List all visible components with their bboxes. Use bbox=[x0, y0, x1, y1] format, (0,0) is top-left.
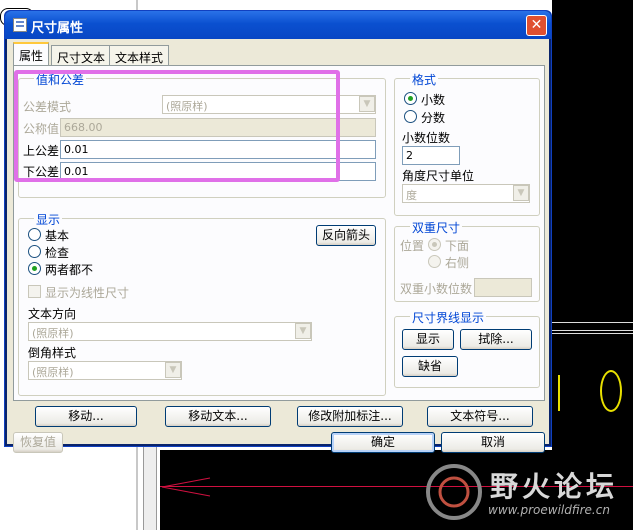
dialog-titlebar[interactable]: 尺寸属性 ✕ bbox=[5, 11, 551, 39]
tab-panel: 值和公差 公差模式 (照原样) ▼ 公称值 668.00 上公差 0.01 下公… bbox=[13, 65, 545, 401]
dual-position-label: 位置 bbox=[400, 239, 425, 253]
linear-label: 显示为线性尺寸 bbox=[45, 286, 130, 300]
nominal-value-field: 668.00 bbox=[60, 118, 376, 137]
neither-label: 两者都不 bbox=[45, 263, 94, 277]
ok-button[interactable]: 确定 bbox=[331, 432, 435, 453]
inspect-radio[interactable] bbox=[28, 245, 41, 258]
decimal-places-input[interactable]: 2 bbox=[402, 146, 460, 165]
tolerance-mode-label: 公差模式 bbox=[23, 100, 72, 114]
flip-arrows-button[interactable]: 反向箭头 bbox=[316, 225, 376, 246]
upper-tolerance-input[interactable]: 0.01 bbox=[60, 140, 376, 159]
modify-attach-button[interactable]: 修改附加标注... bbox=[297, 406, 403, 427]
tab-dimension-text[interactable]: 尺寸文本 bbox=[51, 45, 112, 65]
upper-tolerance-label: 上公差 bbox=[23, 144, 60, 158]
text-direction-select[interactable]: (照原样) bbox=[28, 322, 312, 341]
close-button[interactable]: ✕ bbox=[526, 15, 547, 36]
watermark-url: www.proewildfire.cn bbox=[488, 503, 610, 517]
default-witness-button[interactable]: 缺省 bbox=[402, 356, 458, 377]
move-button[interactable]: 移动... bbox=[35, 406, 137, 427]
dual-below-label: 下面 bbox=[445, 239, 470, 253]
nominal-value-label: 公称值 bbox=[23, 122, 60, 136]
chamfer-style-select[interactable]: (照原样) bbox=[28, 361, 182, 380]
erase-witness-button[interactable]: 拭除... bbox=[460, 329, 532, 350]
witness-line-title: 尺寸界线显示 bbox=[410, 309, 487, 326]
dual-right-radio[interactable] bbox=[428, 255, 441, 268]
angle-unit-label: 角度尺寸单位 bbox=[402, 169, 475, 183]
tab-properties[interactable]: 属性 bbox=[13, 42, 50, 66]
basic-label: 基本 bbox=[45, 229, 70, 243]
display-group-title: 显示 bbox=[34, 211, 63, 228]
watermark-title: 野火论坛 bbox=[490, 470, 619, 503]
show-witness-button[interactable]: 显示 bbox=[402, 329, 454, 350]
chevron-down-icon: ▼ bbox=[359, 96, 375, 112]
chevron-down-icon: ▼ bbox=[165, 362, 181, 378]
linear-checkbox[interactable] bbox=[28, 285, 41, 298]
decimal-places-label: 小数位数 bbox=[402, 131, 451, 145]
angle-unit-select[interactable]: 度 bbox=[402, 184, 530, 203]
graphics-line bbox=[552, 330, 633, 331]
tolerance-mode-select[interactable]: (照原样) bbox=[162, 95, 376, 114]
decimal-label: 小数 bbox=[421, 93, 446, 107]
dual-decimals-label: 双重小数位数 bbox=[400, 282, 473, 296]
witness-line-group bbox=[394, 316, 540, 388]
dialog-title: 尺寸属性 bbox=[31, 21, 84, 36]
neither-radio[interactable] bbox=[28, 262, 41, 275]
fraction-radio[interactable] bbox=[404, 110, 417, 123]
dimension-properties-dialog: 尺寸属性 ✕ 属性 尺寸文本 文本样式 值和公差 公差模式 (照原样) ▼ 公称… bbox=[4, 10, 552, 453]
graphics-glyph bbox=[600, 370, 622, 412]
chevron-down-icon: ▼ bbox=[295, 323, 311, 339]
graphics-glyph bbox=[558, 375, 562, 411]
tolerance-group-title: 值和公差 bbox=[34, 71, 87, 88]
format-group-title: 格式 bbox=[410, 71, 439, 88]
graphics-lines bbox=[552, 322, 633, 334]
background-scrollbar[interactable] bbox=[143, 440, 157, 530]
inspect-label: 检查 bbox=[45, 246, 70, 260]
text-direction-label: 文本方向 bbox=[28, 307, 77, 321]
dual-right-label: 右侧 bbox=[445, 256, 470, 270]
restore-values-button[interactable]: 恢复值 bbox=[13, 432, 63, 453]
lower-tolerance-label: 下公差 bbox=[23, 165, 60, 179]
basic-radio[interactable] bbox=[28, 228, 41, 241]
tab-text-style[interactable]: 文本样式 bbox=[109, 45, 170, 65]
fraction-label: 分数 bbox=[421, 111, 446, 125]
dual-dimension-title: 双重尺寸 bbox=[410, 219, 463, 236]
dialog-client: 属性 尺寸文本 文本样式 值和公差 公差模式 (照原样) ▼ 公称值 668.0… bbox=[7, 39, 549, 453]
decimal-radio[interactable] bbox=[404, 92, 417, 105]
chamfer-style-label: 倒角样式 bbox=[28, 346, 77, 360]
dialog-icon bbox=[13, 18, 27, 32]
dual-below-radio[interactable] bbox=[428, 238, 441, 251]
move-text-button[interactable]: 移动文本... bbox=[165, 406, 271, 427]
graphics-arrow bbox=[161, 477, 211, 497]
cancel-button[interactable]: 取消 bbox=[441, 432, 545, 453]
dual-decimals-field bbox=[474, 278, 532, 297]
chevron-down-icon: ▼ bbox=[513, 185, 529, 201]
lower-tolerance-input[interactable]: 0.01 bbox=[60, 162, 376, 181]
text-symbol-button[interactable]: 文本符号... bbox=[427, 406, 533, 427]
